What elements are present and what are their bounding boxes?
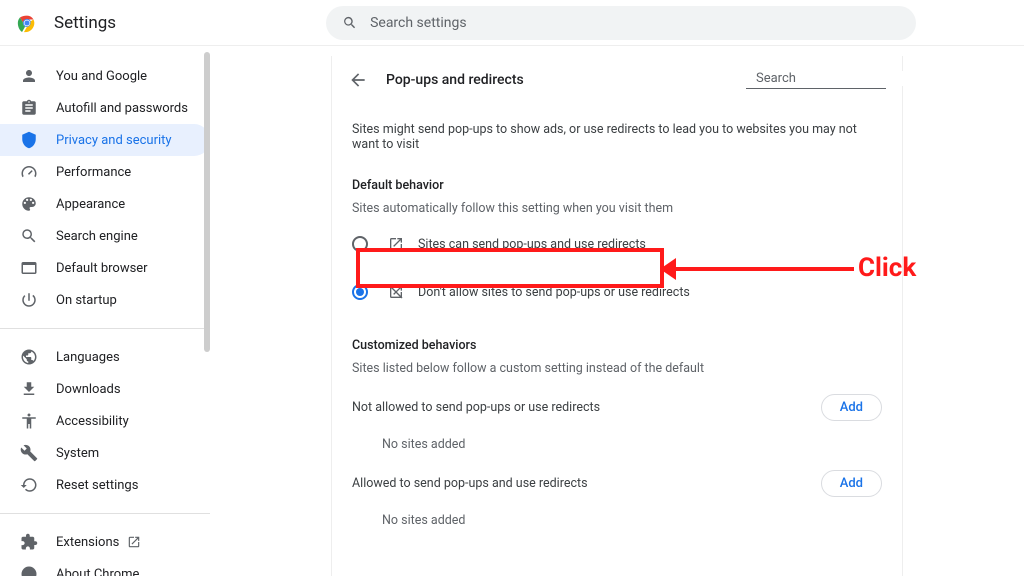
- content-search[interactable]: [746, 71, 886, 89]
- sidebar-item-label: On startup: [56, 293, 117, 308]
- speedometer-icon: [20, 163, 38, 181]
- not-allowed-row: Not allowed to send pop-ups or use redir…: [332, 376, 902, 421]
- content-title: Pop-ups and redirects: [386, 72, 746, 88]
- allowed-empty: No sites added: [332, 497, 902, 528]
- add-not-allowed-button[interactable]: Add: [821, 394, 882, 421]
- sidebar: You and Google Autofill and passwords Pr…: [0, 46, 210, 576]
- sidebar-item-privacy[interactable]: Privacy and security: [0, 124, 210, 156]
- option-label: Sites can send pop-ups and use redirects: [418, 237, 646, 252]
- sidebar-item-reset[interactable]: Reset settings: [0, 469, 210, 501]
- option-block-popups[interactable]: Don't allow sites to send pop-ups or use…: [332, 272, 902, 312]
- shield-icon: [20, 131, 38, 149]
- allowed-row: Allowed to send pop-ups and use redirect…: [332, 452, 902, 497]
- custom-behaviors-heading: Customized behaviors: [332, 312, 902, 353]
- restore-icon: [20, 476, 38, 494]
- sidebar-item-label: Extensions: [56, 535, 119, 550]
- search-icon: [342, 15, 358, 31]
- sidebar-scrollbar-thumb[interactable]: [204, 52, 210, 352]
- sidebar-item-label: Languages: [56, 350, 120, 365]
- sidebar-item-label: Accessibility: [56, 414, 129, 429]
- sidebar-item-performance[interactable]: Performance: [0, 156, 210, 188]
- custom-behaviors-sub: Sites listed below follow a custom setti…: [332, 353, 902, 376]
- open-in-new-icon: [127, 535, 141, 549]
- sidebar-item-about[interactable]: About Chrome: [0, 558, 210, 576]
- palette-icon: [20, 195, 38, 213]
- sidebar-item-default-browser[interactable]: Default browser: [0, 252, 210, 284]
- default-behavior-sub: Sites automatically follow this setting …: [332, 193, 902, 216]
- sidebar-item-label: Privacy and security: [56, 133, 172, 148]
- sidebar-separator: [0, 328, 210, 329]
- download-icon: [20, 380, 38, 398]
- sidebar-item-label: Default browser: [56, 261, 148, 276]
- clipboard-icon: [20, 99, 38, 117]
- sidebar-item-label: About Chrome: [56, 567, 139, 576]
- page-title: Settings: [54, 13, 116, 33]
- sidebar-item-you-and-google[interactable]: You and Google: [0, 60, 210, 92]
- sidebar-item-label: System: [56, 446, 99, 461]
- content-search-input[interactable]: [756, 71, 922, 86]
- not-allowed-empty: No sites added: [332, 421, 902, 452]
- chrome-logo-icon: [16, 12, 38, 34]
- sidebar-item-appearance[interactable]: Appearance: [0, 188, 210, 220]
- globe-icon: [20, 348, 38, 366]
- sidebar-item-extensions[interactable]: Extensions: [0, 526, 210, 558]
- sidebar-separator: [0, 513, 210, 514]
- person-icon: [20, 67, 38, 85]
- option-label: Don't allow sites to send pop-ups or use…: [418, 285, 690, 300]
- allowed-label: Allowed to send pop-ups and use redirect…: [352, 476, 821, 491]
- not-allowed-label: Not allowed to send pop-ups or use redir…: [352, 400, 821, 415]
- power-icon: [20, 291, 38, 309]
- sidebar-item-label: Reset settings: [56, 478, 138, 493]
- sidebar-item-languages[interactable]: Languages: [0, 341, 210, 373]
- wrench-icon: [20, 444, 38, 462]
- sidebar-item-search-engine[interactable]: Search engine: [0, 220, 210, 252]
- sidebar-item-label: Autofill and passwords: [56, 101, 188, 116]
- sidebar-item-downloads[interactable]: Downloads: [0, 373, 210, 405]
- global-search-input[interactable]: [370, 15, 900, 31]
- sidebar-item-accessibility[interactable]: Accessibility: [0, 405, 210, 437]
- sidebar-item-system[interactable]: System: [0, 437, 210, 469]
- radio-selected-icon: [352, 284, 368, 300]
- chrome-small-icon: [20, 565, 38, 576]
- main-content: Pop-ups and redirects Sites might send p…: [210, 46, 1024, 576]
- browser-icon: [20, 259, 38, 277]
- default-behavior-heading: Default behavior: [332, 152, 902, 193]
- sidebar-item-label: Performance: [56, 165, 131, 180]
- settings-header: Settings: [0, 0, 1024, 46]
- annotation-arrow-head: [660, 258, 676, 280]
- sidebar-item-label: Appearance: [56, 197, 125, 212]
- content-header: Pop-ups and redirects: [332, 56, 902, 104]
- sidebar-item-label: You and Google: [56, 69, 147, 84]
- content-description: Sites might send pop-ups to show ads, or…: [332, 104, 902, 152]
- sidebar-item-label: Search engine: [56, 229, 138, 244]
- extension-icon: [20, 533, 38, 551]
- back-arrow-icon[interactable]: [348, 70, 368, 90]
- block-popup-icon: [388, 284, 404, 300]
- sidebar-item-label: Downloads: [56, 382, 121, 397]
- sidebar-item-autofill[interactable]: Autofill and passwords: [0, 92, 210, 124]
- sidebar-item-on-startup[interactable]: On startup: [0, 284, 210, 316]
- annotation-click-label: Click: [858, 253, 916, 283]
- add-allowed-button[interactable]: Add: [821, 470, 882, 497]
- global-search[interactable]: [326, 6, 916, 40]
- accessibility-icon: [20, 412, 38, 430]
- open-in-new-icon: [388, 236, 404, 252]
- annotation-arrow-line: [672, 267, 854, 271]
- search-icon: [20, 227, 38, 245]
- radio-unselected-icon: [352, 236, 368, 252]
- option-allow-popups[interactable]: Sites can send pop-ups and use redirects: [332, 224, 902, 264]
